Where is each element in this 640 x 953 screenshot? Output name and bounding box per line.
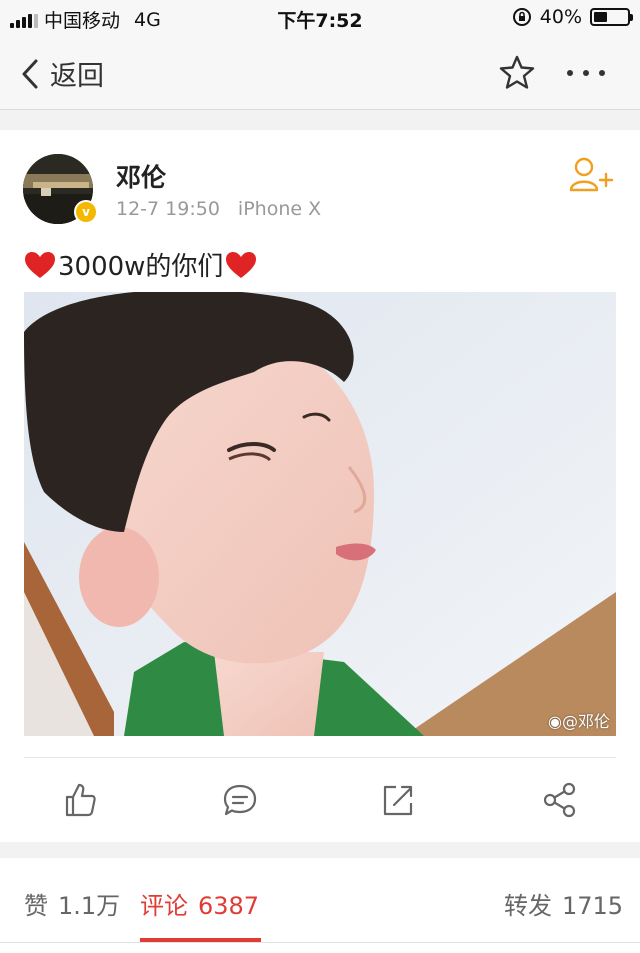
weibo-logo-icon: ◉ [548,712,562,731]
engagement-tabs: 赞 1.1万 评论 6387 转发 1715 [0,858,640,953]
back-button[interactable]: 返回 [20,54,104,93]
action-bar [0,780,640,820]
status-bar: 中国移动 4G 下午7:52 40% [0,0,640,36]
heart-emoji-icon [226,251,257,278]
status-right: 40% [512,6,633,28]
battery-percent: 40% [539,6,582,28]
comment-icon[interactable] [220,780,260,820]
chevron-left-icon [22,59,38,88]
action-divider [24,757,616,758]
portrait-photo [24,292,616,736]
back-label: 返回 [50,61,104,92]
battery-icon [590,8,633,26]
tab-reposts[interactable]: 转发 1715 [504,886,623,921]
like-icon[interactable] [60,780,100,820]
post-card: v 邓伦 12-7 19:50 iPhone X 3000w的你们 ◉@邓伦 [0,130,640,842]
tab-comments-count: 6387 [198,892,260,920]
more-options-icon[interactable] [562,58,610,88]
tabs-divider [0,942,640,943]
tab-comments[interactable]: 评论 6387 [140,886,259,921]
post-text-content: 3000w的你们 [58,252,224,282]
post-time: 12-7 19:50 [116,198,220,220]
favorite-star-icon[interactable] [498,54,536,92]
tab-likes-label: 赞 [24,892,48,920]
tab-comments-label: 评论 [140,892,188,920]
post-text: 3000w的你们 [24,246,257,283]
photo-watermark: ◉@邓伦 [548,712,610,731]
post-photo[interactable]: ◉@邓伦 [24,292,616,736]
post-meta: 12-7 19:50 iPhone X [116,198,321,220]
tab-reposts-label: 转发 [504,892,552,920]
nav-bar: 返回 [0,36,640,110]
follow-user-icon[interactable] [568,156,614,196]
tab-likes[interactable]: 赞 1.1万 [24,886,120,921]
share-icon[interactable] [540,780,580,820]
repost-icon[interactable] [378,780,418,820]
heart-emoji-icon [25,251,55,278]
tab-likes-count: 1.1万 [58,892,121,920]
author-name[interactable]: 邓伦 [116,158,166,194]
post-device: iPhone X [237,198,322,220]
tab-reposts-count: 1715 [562,892,624,920]
verified-badge-icon: v [74,200,98,224]
rotation-lock-icon [512,8,531,26]
